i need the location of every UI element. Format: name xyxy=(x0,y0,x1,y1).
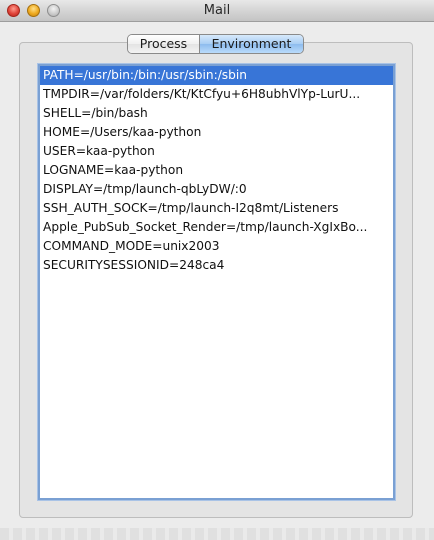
view-tab-switcher: Process Environment xyxy=(127,34,304,54)
application-window: Mail Process Environment PATH=/usr/bin:/… xyxy=(0,0,434,540)
environment-variable-row[interactable]: SECURITYSESSIONID=248ca4 xyxy=(40,256,393,275)
environment-variable-row[interactable]: PATH=/usr/bin:/bin:/usr/sbin:/sbin xyxy=(40,66,393,85)
environment-variable-row[interactable]: SSH_AUTH_SOCK=/tmp/launch-I2q8mt/Listene… xyxy=(40,199,393,218)
environment-variable-row[interactable]: DISPLAY=/tmp/launch-qbLyDW/:0 xyxy=(40,180,393,199)
environment-variable-row[interactable]: LOGNAME=kaa-python xyxy=(40,161,393,180)
environment-variable-row[interactable]: COMMAND_MODE=unix2003 xyxy=(40,237,393,256)
tab-environment[interactable]: Environment xyxy=(200,35,303,53)
environment-variables-list[interactable]: PATH=/usr/bin:/bin:/usr/sbin:/sbin TMPDIR… xyxy=(38,64,395,500)
environment-variable-row[interactable]: TMPDIR=/var/folders/Kt/KtCfyu+6H8ubhVlYp… xyxy=(40,85,393,104)
title-bar[interactable]: Mail xyxy=(0,0,434,22)
environment-variable-row[interactable]: USER=kaa-python xyxy=(40,142,393,161)
environment-variable-row[interactable]: SHELL=/bin/bash xyxy=(40,104,393,123)
window-title: Mail xyxy=(203,3,231,18)
tab-process[interactable]: Process xyxy=(128,35,200,53)
window-bottom-edge xyxy=(0,528,434,540)
environment-variable-row[interactable]: HOME=/Users/kaa-python xyxy=(40,123,393,142)
environment-variable-row[interactable]: Apple_PubSub_Socket_Render=/tmp/launch-X… xyxy=(40,218,393,237)
